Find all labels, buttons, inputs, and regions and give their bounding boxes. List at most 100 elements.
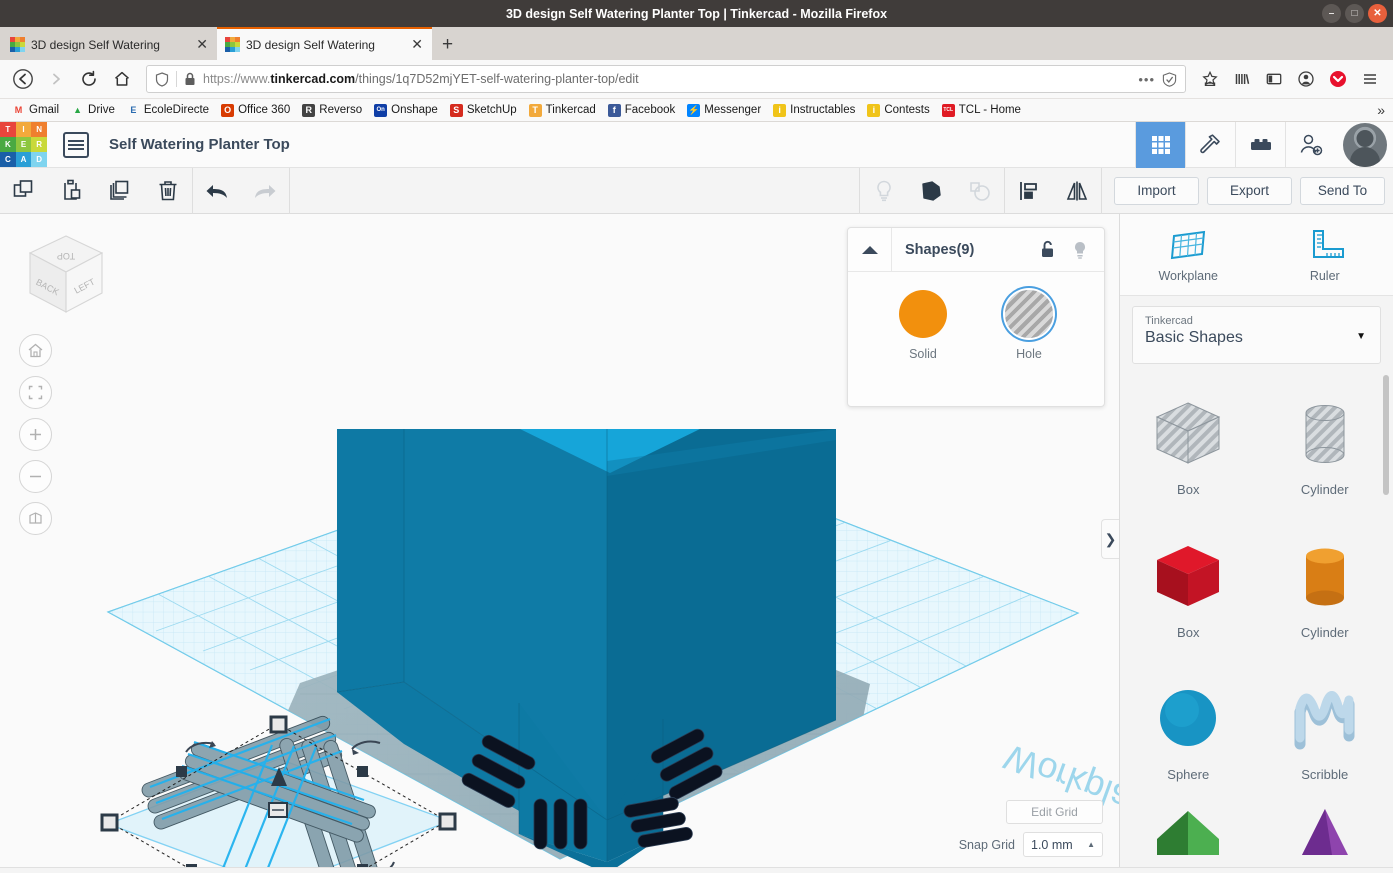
home-button[interactable]: [107, 64, 137, 94]
bookmark-label: TCL - Home: [958, 104, 1021, 116]
shape-library-grid[interactable]: Box Cylinder Box Cylinder Sphere Scribbl…: [1120, 373, 1393, 867]
shape-library-scrollbar[interactable]: [1383, 375, 1389, 495]
ruler-tool-label: Ruler: [1309, 268, 1340, 283]
brick-icon[interactable]: [1235, 121, 1285, 168]
design-canvas[interactable]: Workplane TOP BACK LEFT Shapes(9) Solid …: [0, 214, 1119, 867]
shape-library-selector[interactable]: Tinkercad Basic Shapes ▼: [1132, 306, 1381, 364]
url-bar[interactable]: https://www.tinkercad.com/things/1q7D52m…: [146, 65, 1186, 93]
plus-icon[interactable]: [19, 418, 52, 451]
lightbulb-icon[interactable]: [860, 168, 908, 214]
mirror-icon[interactable]: [1053, 168, 1101, 214]
solid-option[interactable]: Solid: [899, 290, 947, 361]
shape-item-sphere[interactable]: Sphere: [1120, 662, 1257, 802]
fit-frame-icon[interactable]: [19, 376, 52, 409]
group-shapes-icon[interactable]: [908, 168, 956, 214]
shield-icon[interactable]: [155, 71, 169, 87]
bookmark-label: Onshape: [391, 104, 438, 116]
ruler-tool[interactable]: Ruler: [1257, 214, 1393, 295]
chevron-down-icon[interactable]: ▼: [1356, 331, 1366, 342]
perspective-box-icon[interactable]: [19, 502, 52, 535]
bookmark-contests[interactable]: i Contests: [861, 103, 935, 117]
bookmark-facebook[interactable]: f Facebook: [602, 103, 682, 117]
back-button[interactable]: [8, 64, 38, 94]
duplicate-button[interactable]: [96, 168, 144, 214]
sidebar-icon[interactable]: [1259, 64, 1289, 94]
shape-item-cylinder-solid[interactable]: Cylinder: [1257, 520, 1393, 660]
url-text[interactable]: https://www.tinkercad.com/things/1q7D52m…: [203, 72, 639, 86]
unlocked-padlock-icon[interactable]: [1032, 240, 1064, 259]
minus-icon[interactable]: [19, 460, 52, 493]
gallery-grid-button[interactable]: [1135, 121, 1185, 168]
bookmark-reverso[interactable]: R Reverso: [296, 103, 368, 117]
shape-item-box-hole[interactable]: Box: [1120, 377, 1257, 517]
shape-item-cone[interactable]: [1257, 805, 1393, 865]
padlock-icon[interactable]: [184, 72, 196, 86]
shape-item-label: Box: [1177, 482, 1200, 497]
view-cube[interactable]: TOP BACK LEFT: [16, 226, 116, 326]
hammer-icon[interactable]: [1185, 121, 1235, 168]
bookmark-star-icon[interactable]: [1195, 64, 1225, 94]
undo-arrow-icon[interactable]: [193, 168, 241, 214]
shape-item-scribble[interactable]: Scribble: [1257, 662, 1393, 802]
bookmark-drive[interactable]: ▲ Drive: [65, 104, 121, 117]
copy-button[interactable]: [0, 168, 48, 214]
reload-button[interactable]: [74, 64, 104, 94]
bookmarks-overflow-button[interactable]: »: [1377, 102, 1385, 118]
collapse-right-panel-button[interactable]: ❯: [1101, 519, 1119, 559]
page-actions-button[interactable]: •••: [1138, 72, 1155, 87]
bookmark-gmail[interactable]: M Gmail: [6, 104, 65, 117]
ungroup-shapes-icon[interactable]: [956, 168, 1004, 214]
bookmark-sketchup[interactable]: S SketchUp: [444, 103, 523, 117]
bookmark-office-360[interactable]: O Office 360: [215, 103, 296, 117]
account-icon[interactable]: [1291, 64, 1321, 94]
bookmark-label: SketchUp: [466, 104, 517, 116]
workplane-tool[interactable]: Workplane: [1120, 214, 1257, 295]
align-icon[interactable]: [1005, 168, 1053, 214]
close-icon[interactable]: ✕: [408, 36, 426, 53]
url-divider: [176, 71, 177, 87]
window-maximize-button[interactable]: □: [1345, 4, 1364, 23]
send-to-button[interactable]: Send To: [1300, 176, 1385, 205]
bookmark-onshape[interactable]: On Onshape: [368, 103, 444, 117]
shape-item-roof[interactable]: [1120, 805, 1257, 865]
bookmark-messenger[interactable]: ⚡ Messenger: [681, 103, 767, 117]
trash-icon[interactable]: [144, 168, 192, 214]
shapes-panel[interactable]: Shapes(9) Solid Hole: [847, 227, 1105, 407]
close-icon[interactable]: ✕: [193, 36, 211, 53]
hole-swatch[interactable]: [1005, 290, 1053, 338]
browser-tab-2[interactable]: 3D design Self Watering ✕: [217, 27, 432, 60]
shape-item-box-solid[interactable]: Box: [1120, 520, 1257, 660]
redo-arrow-icon[interactable]: [241, 168, 289, 214]
solid-swatch[interactable]: [899, 290, 947, 338]
bookmark-instructables[interactable]: i Instructables: [767, 103, 861, 117]
window-close-button[interactable]: ✕: [1368, 4, 1387, 23]
caret-up-icon[interactable]: [848, 228, 892, 271]
tinkercad-logo-icon[interactable]: TIN KER CAD: [0, 121, 47, 168]
bookmark-tinkercad[interactable]: T Tinkercad: [523, 103, 602, 117]
shape-item-cylinder-hole[interactable]: Cylinder: [1257, 377, 1393, 517]
paste-button[interactable]: [48, 168, 96, 214]
edit-grid-button[interactable]: Edit Grid: [1006, 800, 1103, 824]
add-person-icon[interactable]: [1285, 121, 1335, 168]
lightbulb-icon[interactable]: [1064, 240, 1096, 260]
user-avatar[interactable]: [1343, 122, 1387, 167]
export-button[interactable]: Export: [1207, 176, 1292, 205]
browser-tab-1[interactable]: 3D design Self Watering ✕: [2, 29, 217, 60]
snap-grid-select[interactable]: 1.0 mm ▲: [1023, 832, 1103, 857]
reader-view-icon[interactable]: [1162, 71, 1177, 87]
home-icon[interactable]: [19, 334, 52, 367]
planter-top-model[interactable]: [336, 429, 837, 867]
hamburger-menu-icon[interactable]: [1355, 64, 1385, 94]
pocket-icon[interactable]: [1323, 64, 1353, 94]
list-menu-icon[interactable]: [63, 131, 89, 158]
bookmark-ecoledirecte[interactable]: E EcoleDirecte: [121, 104, 215, 117]
bookmark-tcl-home[interactable]: TCL TCL - Home: [936, 103, 1027, 117]
window-minimize-button[interactable]: –: [1322, 4, 1341, 23]
window-titlebar: 3D design Self Watering Planter Top | Ti…: [0, 0, 1393, 27]
toolbar-divider: [289, 167, 290, 214]
library-icon[interactable]: [1227, 64, 1257, 94]
new-tab-button[interactable]: +: [432, 34, 463, 60]
hole-option[interactable]: Hole: [1005, 290, 1053, 361]
forward-button[interactable]: [41, 64, 71, 94]
import-button[interactable]: Import: [1114, 176, 1199, 205]
